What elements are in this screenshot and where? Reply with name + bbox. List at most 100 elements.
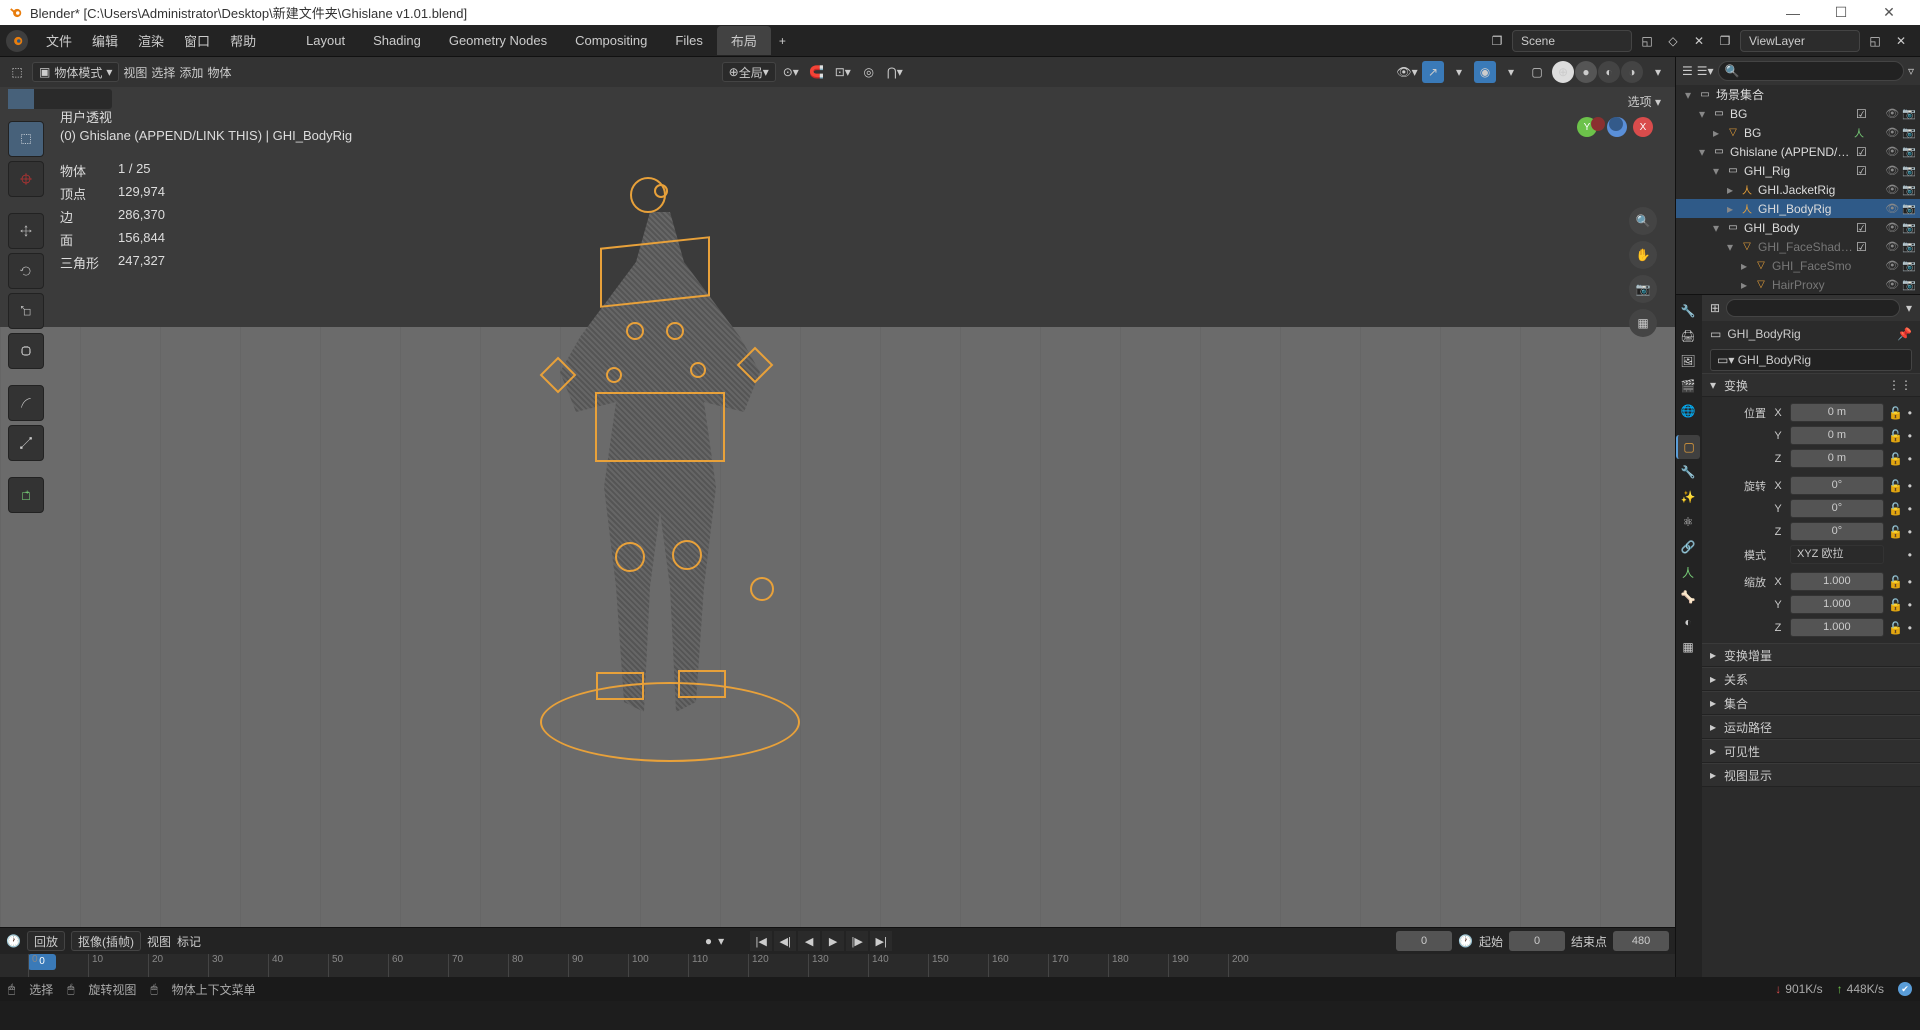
scl-x[interactable]: 1.000	[1790, 572, 1884, 591]
status-dot[interactable]: ✔	[1898, 982, 1912, 996]
snap-icon[interactable]: 🧲	[806, 61, 828, 83]
visibility-icon[interactable]: 👁▾	[1396, 61, 1418, 83]
props-opts-icon[interactable]: ▾	[1906, 301, 1912, 315]
mode-select[interactable]: ▣ 物体模式 ▾	[32, 62, 119, 82]
clock-icon[interactable]: 🕐	[1458, 934, 1473, 948]
jump-start[interactable]: |◀	[750, 931, 772, 951]
outliner-row[interactable]: ▸人GHI_BodyRig👁 📷	[1676, 199, 1920, 218]
tool-scale[interactable]	[8, 293, 44, 329]
scene-browse-icon[interactable]: ❐	[1486, 30, 1508, 52]
outliner-row[interactable]: ▾▭GHI_Body☑👁 📷	[1676, 218, 1920, 237]
add-workspace-button[interactable]: +	[771, 30, 794, 52]
menu-render[interactable]: 渲染	[128, 27, 174, 54]
workspace-tab-shading[interactable]: Shading	[359, 28, 435, 53]
ptab-particles[interactable]: ✨	[1676, 485, 1700, 509]
scene-pin-icon[interactable]: ◇	[1662, 30, 1684, 52]
editor-type-icon[interactable]: ⬚	[6, 61, 28, 83]
timeline-editor-icon[interactable]: 🕐	[6, 934, 21, 948]
pos-x[interactable]: 0 m	[1790, 403, 1884, 422]
close-button[interactable]: ✕	[1866, 0, 1912, 25]
pivot-icon[interactable]: ⊙▾	[780, 61, 802, 83]
panel-delta[interactable]: ▸变换增量	[1702, 643, 1920, 667]
vp-menu-view[interactable]: 视图	[123, 64, 147, 81]
outliner-row[interactable]: ▸人GHI.JacketRig👁 📷	[1676, 180, 1920, 199]
shading-wireframe[interactable]: ⊕	[1552, 61, 1574, 83]
restrict-checkbox[interactable]: ☑	[1856, 107, 1870, 121]
vp-menu-select[interactable]: 选择	[151, 64, 175, 81]
shading-solid[interactable]: ●	[1575, 61, 1597, 83]
outliner-row[interactable]: ▸▽GHI_FaceSmo👁 📷	[1676, 256, 1920, 275]
ptab-material[interactable]: ◐	[1676, 610, 1700, 634]
timeline-marker[interactable]: 标记	[177, 933, 201, 950]
workspace-tab-geonodes[interactable]: Geometry Nodes	[435, 28, 561, 53]
menu-edit[interactable]: 编辑	[82, 27, 128, 54]
outliner-editor-icon[interactable]: ☰	[1682, 64, 1693, 78]
outliner-tree[interactable]: ▾▭ 场景集合 ▾▭BG☑👁 📷▸▽BG人👁 📷▾▭Ghislane (APPE…	[1676, 85, 1920, 294]
ptab-data[interactable]: 人	[1676, 560, 1700, 584]
viewlayer-del-icon[interactable]: ✕	[1890, 30, 1912, 52]
tool-annotate[interactable]	[8, 385, 44, 421]
outliner-display-icon[interactable]: ☰▾	[1697, 64, 1714, 78]
pos-z[interactable]: 0 m	[1790, 449, 1884, 468]
panel-relations[interactable]: ▸关系	[1702, 667, 1920, 691]
tool-cursor[interactable]	[8, 161, 44, 197]
timeline-playback[interactable]: 回放	[27, 931, 65, 951]
ptab-modifier[interactable]: 🔧	[1676, 460, 1700, 484]
maximize-button[interactable]: ☐	[1818, 0, 1864, 25]
play-rev[interactable]: ◀	[798, 931, 820, 951]
outliner-row[interactable]: ▾▭Ghislane (APPEND/LINK T☑👁 📷	[1676, 142, 1920, 161]
scene-del-icon[interactable]: ✕	[1688, 30, 1710, 52]
menu-help[interactable]: 帮助	[220, 27, 266, 54]
lock-icon[interactable]: 🔓	[1888, 406, 1904, 420]
props-search[interactable]	[1726, 299, 1900, 317]
nav-camera[interactable]: 📷	[1629, 275, 1657, 303]
selmode-2[interactable]	[34, 89, 60, 109]
object-name-field[interactable]: ▭▾ GHI_BodyRig	[1710, 349, 1912, 371]
timeline-keying[interactable]: 抠像(插帧)	[71, 931, 141, 951]
prev-key[interactable]: ◀|	[774, 931, 796, 951]
select-mode-bar[interactable]	[8, 89, 112, 109]
autokey-icon[interactable]: ●	[705, 934, 712, 948]
restrict-checkbox[interactable]: ☑	[1856, 221, 1870, 235]
jump-end[interactable]: ▶|	[870, 931, 892, 951]
ptab-render[interactable]: 🔧	[1676, 299, 1700, 323]
rot-mode[interactable]: XYZ 欧拉	[1790, 545, 1884, 564]
tool-rotate[interactable]	[8, 253, 44, 289]
shading-matprev[interactable]: ◐	[1598, 61, 1620, 83]
play-fwd[interactable]: ▶	[822, 931, 844, 951]
selmode-3[interactable]	[60, 89, 86, 109]
menu-window[interactable]: 窗口	[174, 27, 220, 54]
overlay-options[interactable]: 选项 ▾	[1628, 93, 1661, 110]
ptab-object[interactable]: ▢	[1676, 435, 1700, 459]
restrict-checkbox[interactable]: ☑	[1856, 164, 1870, 178]
restrict-checkbox[interactable]: ☑	[1856, 145, 1870, 159]
ptab-output[interactable]: 🖨	[1676, 324, 1700, 348]
snap-type-icon[interactable]: ⊡▾	[832, 61, 854, 83]
overlay-toggle[interactable]: ◉	[1474, 61, 1496, 83]
nav-zoom[interactable]: 🔍	[1629, 207, 1657, 235]
ptab-world[interactable]: 🌐	[1676, 399, 1700, 423]
restrict-checkbox[interactable]: ☑	[1856, 240, 1870, 254]
ptab-bone[interactable]: 🦴	[1676, 585, 1700, 609]
tool-measure[interactable]	[8, 425, 44, 461]
nav-persp[interactable]: ▦	[1629, 309, 1657, 337]
panel-display[interactable]: ▸视图显示	[1702, 763, 1920, 787]
nav-pan[interactable]: ✋	[1629, 241, 1657, 269]
panel-transform[interactable]: ▾变换⋮⋮	[1702, 373, 1920, 397]
ptab-scene[interactable]: 🎬	[1676, 374, 1700, 398]
frame-start[interactable]: 0	[1509, 931, 1565, 951]
outliner-search[interactable]: 🔍	[1718, 61, 1904, 81]
menu-file[interactable]: 文件	[36, 27, 82, 54]
outliner-row[interactable]: ▾▽GHI_FaceShadow☑👁 📷	[1676, 237, 1920, 256]
tool-transform[interactable]	[8, 333, 44, 369]
rot-z[interactable]: 0°	[1790, 522, 1884, 541]
timeline-ruler[interactable]: 0 01020304050607080901001101201301401501…	[0, 954, 1675, 977]
falloff-icon[interactable]: ⋂▾	[884, 61, 906, 83]
ptab-viewlayer[interactable]: 🖼	[1676, 349, 1700, 373]
orientation-select[interactable]: ⊕ 全局 ▾	[722, 62, 776, 82]
shading-opts-icon[interactable]: ▾	[1647, 61, 1669, 83]
outliner-row[interactable]: ▾▭GHI_Rig☑👁 📷	[1676, 161, 1920, 180]
outliner-row[interactable]: ▾▭BG☑👁 📷	[1676, 104, 1920, 123]
workspace-tab-files[interactable]: Files	[661, 28, 716, 53]
outliner-row[interactable]: ▸▽BG人👁 📷	[1676, 123, 1920, 142]
